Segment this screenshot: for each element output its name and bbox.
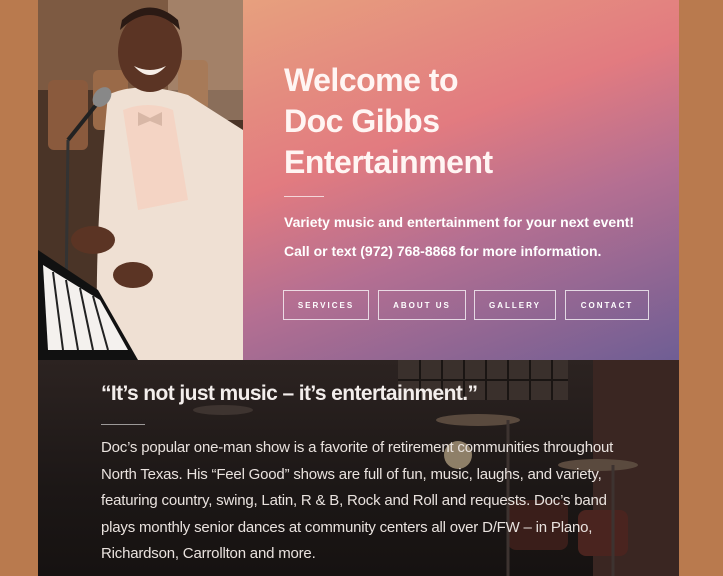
services-button[interactable]: SERVICES bbox=[283, 290, 369, 320]
gallery-button[interactable]: GALLERY bbox=[474, 290, 556, 320]
hero-divider bbox=[284, 196, 324, 197]
hero-contact-line: Call or text (972) 768-8868 for more inf… bbox=[284, 243, 602, 259]
hero-section: Welcome to Doc Gibbs Entertainment Varie… bbox=[38, 0, 679, 360]
section-divider bbox=[101, 424, 145, 425]
hero-title-line: Entertainment bbox=[284, 144, 493, 180]
page: Welcome to Doc Gibbs Entertainment Varie… bbox=[38, 0, 679, 576]
section-quote: “It’s not just music – it’s entertainmen… bbox=[101, 382, 478, 405]
hero-subtitle: Variety music and entertainment for your… bbox=[284, 214, 635, 230]
hero-title-line: Doc Gibbs bbox=[284, 103, 440, 139]
performer-at-piano-photo bbox=[38, 0, 243, 360]
hero-title-line: Welcome to bbox=[284, 62, 459, 98]
performer-illustration bbox=[38, 0, 243, 360]
about-us-button[interactable]: ABOUT US bbox=[378, 290, 466, 320]
hero-title: Welcome to Doc Gibbs Entertainment bbox=[284, 60, 644, 183]
contact-button[interactable]: CONTACT bbox=[565, 290, 649, 320]
section-body-text: Doc’s popular one-man show is a favorite… bbox=[101, 439, 614, 562]
